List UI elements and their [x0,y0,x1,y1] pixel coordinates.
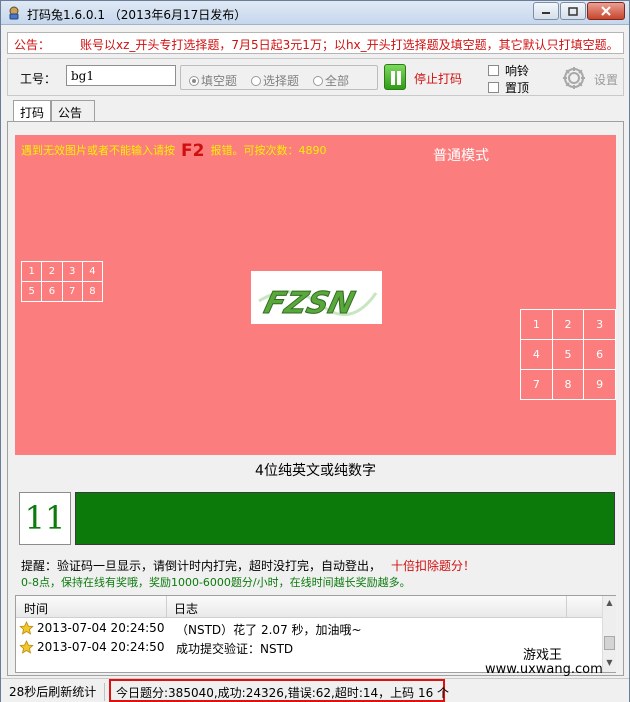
log-message: 成功提交验证：NSTD [176,642,294,656]
grid-cell[interactable]: 8 [81,281,104,302]
option-grid-small: 1 2 3 4 5 6 7 8 [20,261,104,302]
checkbox-unchecked-icon [488,65,499,76]
grid-cell[interactable]: 2 [41,261,63,282]
reminder-warning: 十倍扣除题分！ [391,559,476,573]
radio-selected-icon [189,76,199,86]
answer-input-bar[interactable] [75,492,615,545]
settings-button[interactable]: 设置 [560,64,624,92]
window-title: 打码兔1.6.0.1 （2013年6月17日发布） [27,8,247,22]
grid-cell[interactable]: 6 [583,339,616,370]
app-logo-icon [9,6,19,20]
column-header-time[interactable]: 时间 [24,600,48,617]
maximize-button[interactable] [560,2,586,20]
stop-captcha-label: 停止打码 [414,72,463,86]
grid-cell[interactable]: 1 [520,309,553,340]
title-bar[interactable]: 打码兔1.6.0.1 （2013年6月17日发布） [1,1,629,25]
reminder-text: 提醒：验证码一旦显示，请倒计时内打完，超时没打完，自动登出， [21,559,382,573]
grid-cell[interactable]: 4 [520,339,553,370]
log-time: 2013-07-04 20:24:50 [37,621,165,635]
announcement-text: 账号以xz_开头专打选择题，7月5日起3元1万；以hx_开头打选择题及填空题，其… [80,38,619,52]
radio-fill-blank-label: 填空题 [201,74,238,88]
column-divider [166,596,167,617]
tab-announcement[interactable]: 公告 [51,100,95,122]
maximize-icon [568,6,578,16]
tab-captcha[interactable]: 打码 [13,100,51,123]
grid-cell[interactable]: 5 [551,339,585,370]
grid-cell[interactable]: 7 [520,369,553,400]
grid-cell[interactable]: 1 [20,261,43,282]
grid-cell[interactable]: 2 [551,309,585,340]
employee-id-label: 工号： [20,72,57,86]
employee-id-input[interactable] [66,65,176,86]
ring-checkbox[interactable]: 响铃 [488,62,529,79]
grid-cell[interactable]: 3 [61,261,83,282]
always-on-top-label: 置顶 [505,81,530,95]
radio-all[interactable]: 全部 [313,72,349,89]
radio-all-label: 全部 [325,74,350,88]
captcha-image: FZSN [251,271,382,324]
scroll-up-icon[interactable]: ▲ [603,598,616,611]
radio-multiple-choice[interactable]: 选择题 [251,72,299,89]
announcement-label: 公告： [14,38,51,52]
grid-cell[interactable]: 4 [81,261,104,282]
announcement-bar: 公告： 账号以xz_开头专打选择题，7月5日起3元1万；以hx_开头打选择题及填… [7,32,624,54]
close-icon [601,6,611,16]
settings-label: 设置 [594,73,619,87]
pause-icon [384,64,406,90]
radio-unselected-icon [313,76,323,86]
tab-announcement-label: 公告 [58,106,83,120]
watermark-url: www.uxwang.com [485,662,603,677]
log-header: 时间 日志 [16,596,602,618]
grid-cell[interactable]: 3 [583,309,616,340]
site-watermark: 游戏王 www.uxwang.com [477,642,607,678]
radio-unselected-icon [251,76,261,86]
column-header-log[interactable]: 日志 [174,600,198,617]
mode-label: 普通模式 [433,148,489,164]
reminder-line-2: 0-8点，保持在线有奖哦，奖励1000-6000题分/小时，在线时间越长奖励越多… [21,576,411,589]
star-icon [19,640,34,654]
radio-fill-blank[interactable]: 填空题 [189,72,237,89]
grid-cell[interactable]: 6 [41,281,63,302]
error-hint-key: F2 [181,141,205,161]
log-row[interactable]: 2013-07-04 20:24:50 （NSTD）花了 2.07 秒，加油哦~ [16,619,602,638]
daily-stats: 今日题分:385040,成功:24326,错误:62,超时:14，上码 16 个 [109,679,449,702]
gear-icon [563,67,585,89]
grid-cell[interactable]: 8 [551,369,585,400]
captcha-text: FZSN [261,286,359,320]
control-toolbar: 工号： 填空题 选择题 全部 停止打码 响铃 置顶 [7,58,624,96]
grid-cell[interactable]: 5 [20,281,43,302]
minimize-icon [542,12,550,14]
minimize-button[interactable] [533,2,559,20]
close-button[interactable] [587,2,625,20]
error-hint: 遇到无效图片或者不能输入请按 F2 报错。可按次数：4890 [21,141,326,161]
captcha-work-area: 遇到无效图片或者不能输入请按 F2 报错。可按次数：4890 普通模式 1 2 3 … [15,135,616,455]
refresh-countdown: 28秒后刷新统计 [9,683,106,701]
star-icon [19,621,34,635]
error-hint-prefix: 遇到无效图片或者不能输入请按 [21,144,175,157]
reminder-line-1: 提醒：验证码一旦显示，请倒计时内打完，超时没打完，自动登出， 十倍扣除题分！ [21,557,475,574]
column-divider [566,596,567,617]
stop-captcha-button[interactable]: 停止打码 [384,64,474,92]
grid-cell[interactable]: 9 [583,369,616,400]
error-hint-suffix: 报错。可按次数：4890 [210,144,327,157]
tab-captcha-label: 打码 [20,106,45,120]
radio-multiple-choice-label: 选择题 [263,74,300,88]
always-on-top-checkbox[interactable]: 置顶 [488,79,529,96]
grid-cell[interactable]: 7 [61,281,83,302]
status-bar: 28秒后刷新统计 今日题分:385040,成功:24326,错误:62,超时:1… [1,678,629,702]
checkbox-unchecked-icon [488,82,499,93]
countdown-timer: 11 [19,492,71,545]
ring-checkbox-label: 响铃 [505,64,530,78]
log-message: （NSTD）花了 2.07 秒，加油哦~ [176,623,362,637]
app-window: 打码兔1.6.0.1 （2013年6月17日发布） 公告： 账号以xz_开头专打… [0,0,630,702]
question-type-group: 填空题 选择题 全部 [180,65,378,90]
watermark-name: 游戏王 [523,648,563,663]
option-grid-large: 1 2 3 4 5 6 7 8 9 [520,309,616,400]
captcha-graphic: FZSN [251,271,382,324]
log-time: 2013-07-04 20:24:50 [37,640,165,654]
captcha-type-caption: 4位纯英文或纯数字 [255,463,376,479]
